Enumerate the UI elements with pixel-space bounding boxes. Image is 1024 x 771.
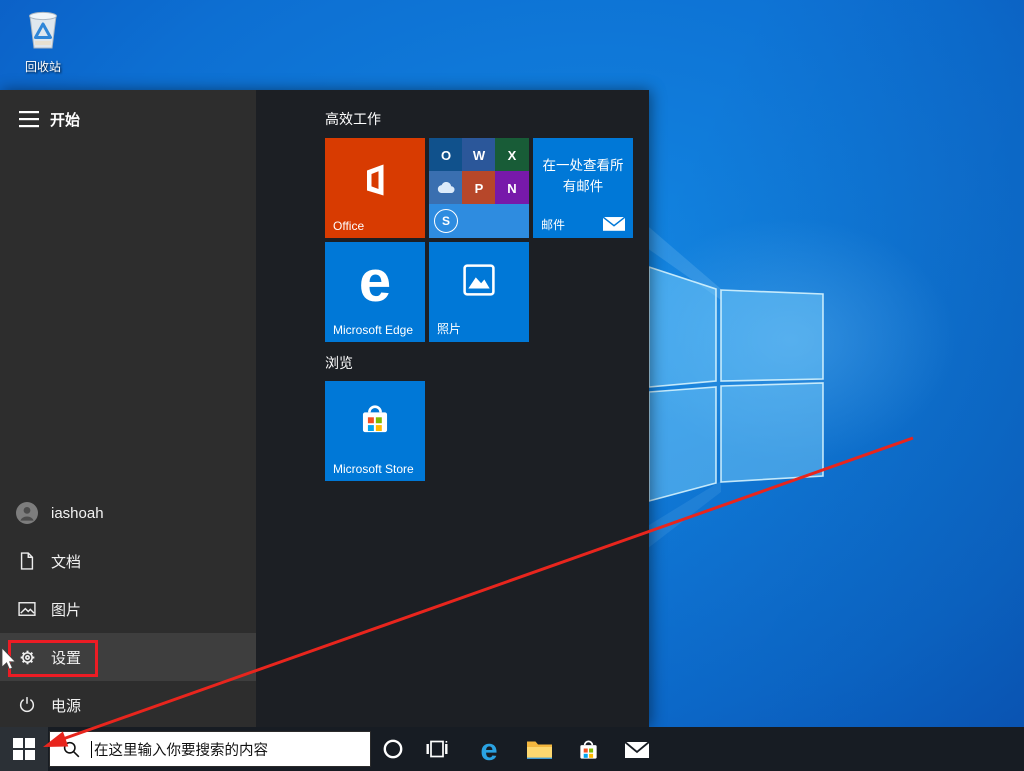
start-button[interactable] bbox=[0, 727, 48, 771]
onenote-icon: N bbox=[495, 171, 529, 205]
sidebar-item-user[interactable]: iashoah bbox=[0, 489, 256, 537]
edge-logo-icon: e bbox=[358, 249, 392, 314]
powerpoint-icon: P bbox=[462, 171, 496, 205]
windows-desktop: 回收站 开始 iashoah 文档 图片 设置 电源 高效工作 Office O… bbox=[0, 0, 1024, 771]
taskbar: 在这里输入你要搜索的内容 e bbox=[0, 727, 1024, 771]
mail-icon bbox=[624, 740, 650, 758]
tile-group-header: 浏览 bbox=[325, 355, 353, 371]
store-taskbar-button[interactable] bbox=[566, 727, 610, 771]
recycle-bin-label: 回收站 bbox=[24, 60, 61, 74]
user-avatar-icon bbox=[15, 501, 39, 525]
tile-office-apps-group[interactable]: O W X P N S bbox=[429, 138, 529, 238]
tile-microsoft-store[interactable]: Microsoft Store bbox=[325, 381, 425, 481]
tile-label: Office bbox=[333, 219, 365, 233]
sidebar-item-documents[interactable]: 文档 bbox=[0, 537, 256, 585]
task-view-icon bbox=[426, 740, 448, 758]
tile-microsoft-edge[interactable]: e Microsoft Edge bbox=[325, 242, 425, 342]
gear-icon bbox=[15, 645, 39, 669]
store-icon bbox=[579, 740, 597, 759]
start-menu-title: 开始 bbox=[50, 112, 81, 129]
sidebar-item-pictures[interactable]: 图片 bbox=[0, 585, 256, 633]
start-menu: 开始 iashoah 文档 图片 设置 电源 高效工作 Office O W X… bbox=[0, 90, 649, 727]
recycle-bin-icon bbox=[29, 11, 57, 49]
sidebar-item-settings[interactable]: 设置 bbox=[0, 633, 256, 681]
edge-icon: e bbox=[480, 731, 498, 767]
task-view-button[interactable] bbox=[415, 727, 459, 771]
office-logo-icon bbox=[367, 164, 384, 196]
store-icon bbox=[362, 405, 388, 433]
outlook-icon: O bbox=[429, 138, 463, 172]
mail-taskbar-button[interactable] bbox=[615, 727, 659, 771]
photos-icon bbox=[463, 264, 495, 296]
tile-photos[interactable]: 照片 bbox=[429, 242, 529, 342]
file-explorer-icon bbox=[526, 741, 552, 759]
skype-icon: S bbox=[429, 204, 529, 238]
sidebar-item-label: 图片 bbox=[51, 601, 82, 619]
sidebar-item-label: 设置 bbox=[51, 649, 82, 667]
tile-label: Microsoft Edge bbox=[333, 323, 414, 337]
sidebar-item-label: 文档 bbox=[51, 553, 82, 571]
tile-label: 邮件 bbox=[541, 218, 566, 232]
cortana-icon bbox=[383, 739, 403, 759]
tile-label: 照片 bbox=[437, 322, 462, 336]
text-caret bbox=[91, 740, 92, 758]
sidebar-item-power[interactable]: 电源 bbox=[0, 681, 256, 729]
tile-label: Microsoft Store bbox=[333, 462, 414, 476]
menu-hamburger-icon[interactable] bbox=[16, 108, 44, 130]
search-placeholder-text: 在这里输入你要搜索的内容 bbox=[94, 742, 268, 759]
power-icon bbox=[15, 693, 39, 717]
mail-envelope-icon bbox=[603, 216, 625, 231]
sidebar-item-label: iashoah bbox=[51, 504, 104, 522]
excel-icon: X bbox=[495, 138, 529, 172]
search-input[interactable]: 在这里输入你要搜索的内容 bbox=[49, 731, 371, 767]
cortana-button[interactable] bbox=[371, 727, 415, 771]
onedrive-icon bbox=[429, 171, 463, 205]
picture-icon bbox=[15, 597, 39, 621]
document-icon bbox=[15, 549, 39, 573]
tile-group-header: 高效工作 bbox=[325, 111, 381, 127]
tile-office[interactable]: Office bbox=[325, 138, 425, 238]
windows-logo-icon bbox=[13, 738, 35, 760]
tile-mail[interactable]: 在一处查看所有邮件 邮件 bbox=[533, 138, 633, 238]
word-icon: W bbox=[462, 138, 496, 172]
mail-tile-caption: 在一处查看所有邮件 bbox=[542, 158, 624, 194]
search-icon bbox=[63, 741, 80, 757]
file-explorer-button[interactable] bbox=[517, 727, 561, 771]
sidebar-item-label: 电源 bbox=[51, 697, 82, 715]
edge-taskbar-button[interactable]: e bbox=[467, 727, 511, 771]
recycle-bin-shortcut[interactable]: 回收站 bbox=[10, 7, 76, 75]
